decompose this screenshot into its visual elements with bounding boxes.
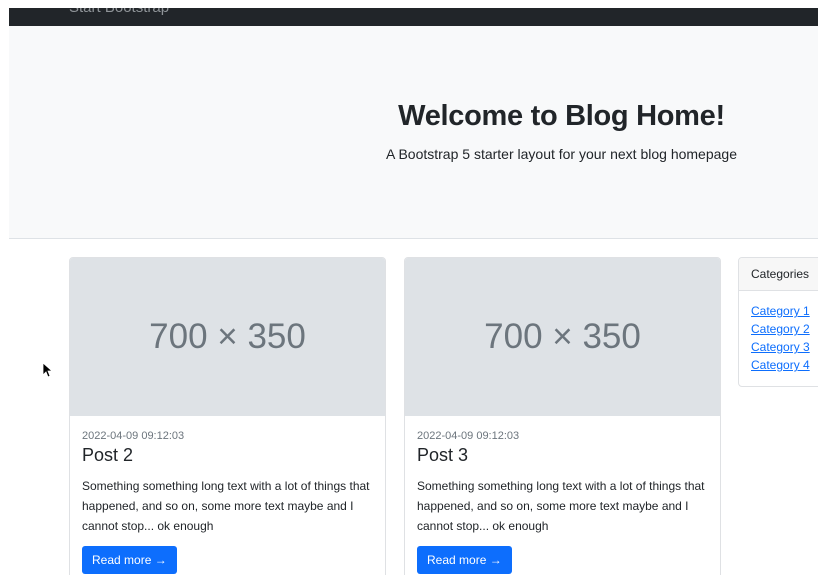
- mouse-pointer-icon: [42, 362, 52, 378]
- page: Start Bootstrap Welcome to Blog Home! A …: [0, 0, 818, 575]
- categories-list: Category 1 Category 2 Category 3 Categor…: [739, 291, 818, 374]
- post-card: 700 × 350 2022-04-09 09:12:03 Post 3 Som…: [404, 257, 721, 575]
- post-title: Post 2: [82, 445, 134, 465]
- category-link-4[interactable]: Category 4: [751, 358, 810, 372]
- hero-title: Welcome to Blog Home!: [398, 100, 725, 132]
- post-image-placeholder[interactable]: 700 × 350: [70, 258, 385, 416]
- categories-widget: Categories Category 1 Category 2 Categor…: [738, 257, 818, 387]
- post-card-body: 2022-04-09 09:12:03 Post 3 Something som…: [405, 416, 720, 574]
- post-card-body: 2022-04-09 09:12:03 Post 2 Something som…: [70, 416, 385, 574]
- category-item: Category 1: [751, 302, 818, 320]
- hero-subtitle: A Bootstrap 5 starter layout for your ne…: [386, 146, 737, 162]
- hero-header: Welcome to Blog Home! A Bootstrap 5 star…: [9, 26, 818, 239]
- post-date: 2022-04-09 09:12:03: [417, 430, 520, 442]
- post-title: Post 3: [417, 445, 469, 465]
- categories-header: Categories: [739, 258, 818, 291]
- navbar-brand[interactable]: Start Bootstrap: [69, 8, 169, 16]
- category-link-3[interactable]: Category 3: [751, 340, 810, 354]
- category-item: Category 2: [751, 320, 818, 338]
- post-date: 2022-04-09 09:12:03: [82, 430, 185, 442]
- category-link-1[interactable]: Category 1: [751, 304, 810, 318]
- category-item: Category 4: [751, 356, 818, 374]
- post-excerpt: Something something long text with a lot…: [417, 479, 705, 533]
- navbar: Start Bootstrap: [9, 8, 818, 26]
- post-excerpt: Something something long text with a lot…: [82, 479, 370, 533]
- read-more-button[interactable]: Read more →: [417, 546, 512, 574]
- category-link-2[interactable]: Category 2: [751, 322, 810, 336]
- post-image-placeholder[interactable]: 700 × 350: [405, 258, 720, 416]
- category-item: Category 3: [751, 338, 818, 356]
- read-more-button[interactable]: Read more →: [82, 546, 177, 574]
- post-card: 700 × 350 2022-04-09 09:12:03 Post 2 Som…: [69, 257, 386, 575]
